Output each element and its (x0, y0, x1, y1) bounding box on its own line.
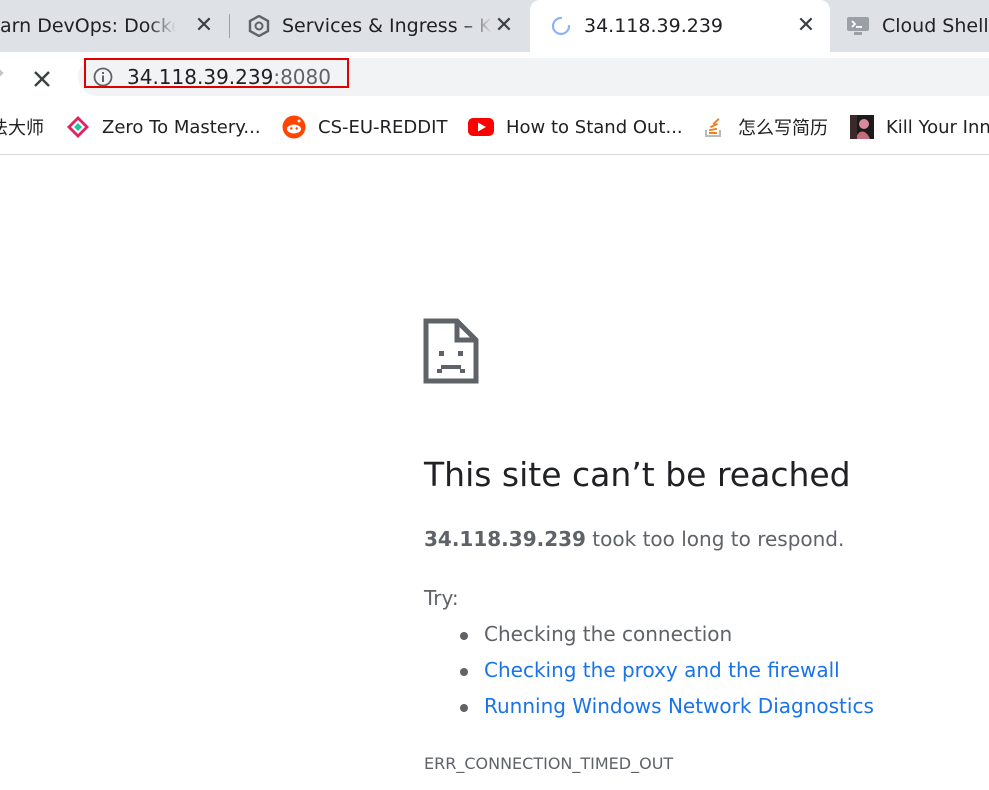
bullet-icon (460, 704, 468, 712)
bookmark-label: Kill Your Inne (886, 116, 989, 138)
zero-to-mastery-icon (66, 115, 90, 139)
bookmark-label: 怎么写简历 (738, 118, 828, 139)
bookmark-label: CS-EU-REDDIT (318, 116, 448, 138)
tab-cloud-shell[interactable]: Cloud Shell (832, 0, 989, 52)
stop-loading-icon[interactable] (28, 65, 56, 93)
bullet-icon (460, 632, 468, 640)
annotation-highlight-box (84, 58, 349, 88)
suggestion-proxy-firewall-link[interactable]: Checking the proxy and the firewall (484, 658, 840, 682)
error-host: 34.118.39.239 (424, 527, 586, 551)
bookmark-resume[interactable]: 怎么写简历 (702, 100, 828, 154)
suggestion-network-diagnostics-link[interactable]: Running Windows Network Diagnostics (484, 694, 874, 718)
suggestion-check-connection: Checking the connection (484, 622, 733, 646)
bookmarks-bar: 法大师 Zero To Mastery... CS-EU-REDDIT (0, 100, 989, 155)
error-code: ERR_CONNECTION_TIMED_OUT (424, 754, 674, 773)
stack-overflow-icon (702, 115, 726, 139)
bookmark-zero-to-mastery[interactable]: Zero To Mastery... (66, 100, 261, 154)
bullet-icon (460, 668, 468, 676)
tab-active-site[interactable]: 34.118.39.239 ✕ (530, 0, 830, 52)
tab-services-ingress[interactable]: Services & Ingress – Kub ✕ (230, 0, 528, 52)
tab-strip: arn DevOps: Docker, K ✕ Services & Ingre… (0, 0, 989, 52)
tab-title: Services & Ingress – Kub (282, 15, 492, 37)
close-icon[interactable]: ✕ (492, 14, 516, 38)
cloud-shell-icon (846, 15, 870, 37)
sad-page-icon (423, 318, 479, 384)
tab-title: Cloud Shell (882, 15, 989, 37)
tab-title: 34.118.39.239 (584, 15, 724, 37)
close-icon[interactable]: ✕ (192, 14, 216, 38)
loading-spinner-icon (550, 15, 572, 37)
bookmark-label: 法大师 (0, 118, 44, 139)
youtube-icon (468, 115, 494, 139)
bookmark-item[interactable]: 法大师 (0, 100, 44, 154)
bookmark-kill-your-inner[interactable]: Kill Your Inne (850, 100, 989, 154)
forward-arrow-icon[interactable] (0, 63, 8, 83)
gcp-hexagon-icon (248, 14, 270, 38)
error-heading: This site can’t be reached (424, 455, 851, 494)
bookmark-youtube[interactable]: How to Stand Out... (468, 100, 683, 154)
tab-learn-devops[interactable]: arn DevOps: Docker, K ✕ (0, 0, 228, 52)
error-description: 34.118.39.239 took too long to respond. (424, 527, 844, 551)
reddit-icon (282, 115, 306, 139)
error-description-text: took too long to respond. (585, 527, 845, 551)
close-icon[interactable]: ✕ (794, 14, 818, 38)
tab-title: arn DevOps: Docker, K (0, 15, 176, 37)
try-label: Try: (424, 586, 459, 610)
bookmark-label: Zero To Mastery... (102, 116, 261, 138)
bookmark-cs-eu-reddit[interactable]: CS-EU-REDDIT (282, 100, 447, 154)
bookmark-label: How to Stand Out... (506, 116, 683, 138)
thumbnail-icon (850, 115, 874, 139)
